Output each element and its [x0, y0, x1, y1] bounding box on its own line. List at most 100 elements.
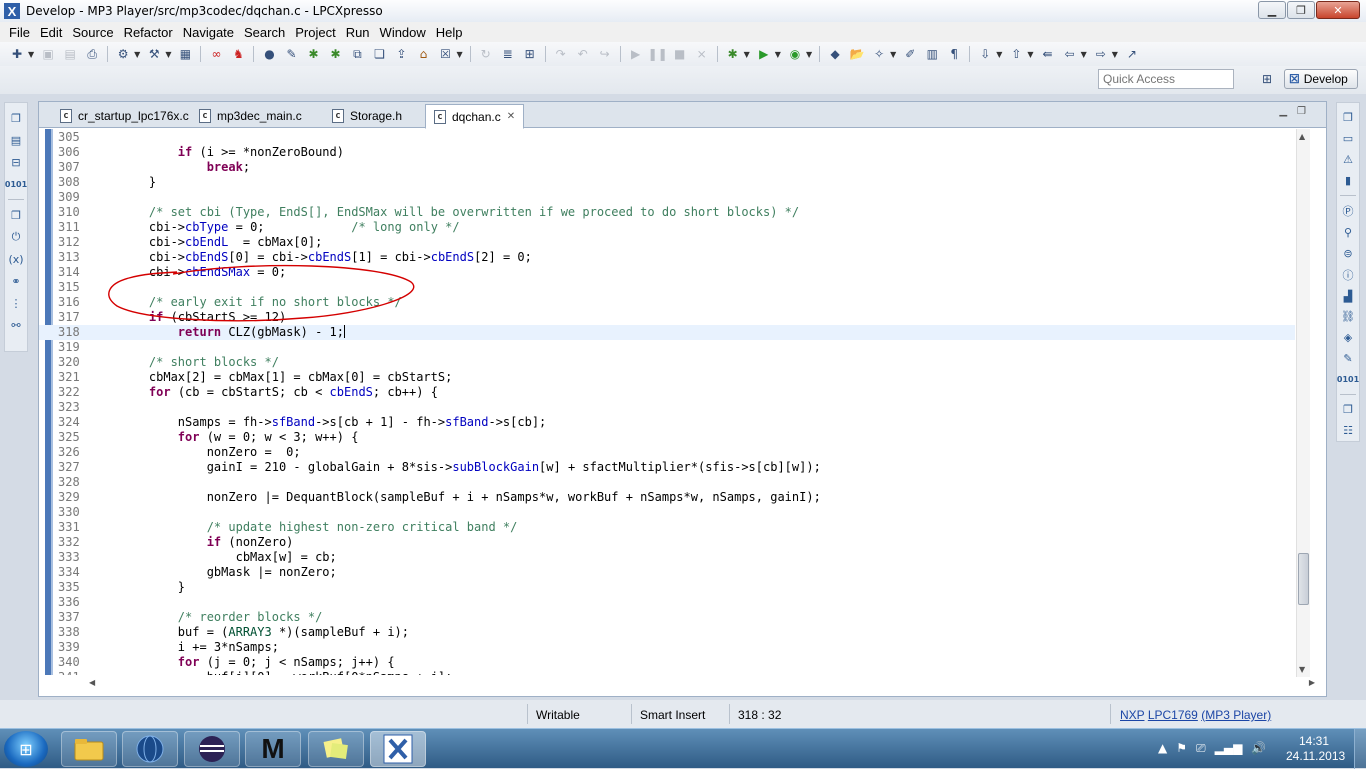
- restore-icon[interactable]: ❐: [8, 207, 24, 223]
- memory-icon[interactable]: ▮: [1340, 173, 1356, 188]
- perspective-develop-button[interactable]: ☒ Develop: [1284, 69, 1358, 89]
- code-line[interactable]: 319: [39, 340, 1295, 355]
- menu-help[interactable]: Help: [431, 25, 468, 40]
- tab-cr-startup[interactable]: c cr_startup_lpc176x.c: [51, 104, 198, 128]
- next-annotation-icon[interactable]: ⇩: [977, 46, 993, 62]
- open-perspective-icon[interactable]: ⊞: [1259, 71, 1275, 87]
- lpc-x-icon[interactable]: ☒: [437, 46, 453, 62]
- link-icon[interactable]: ∞: [208, 46, 224, 62]
- menu-project[interactable]: Project: [290, 25, 340, 40]
- modules-icon[interactable]: ◈: [1340, 330, 1356, 345]
- debug-icon[interactable]: ✱: [725, 46, 741, 62]
- properties-icon[interactable]: Ⓟ: [1340, 203, 1356, 219]
- code-line[interactable]: 332 if (nonZero): [39, 535, 1295, 550]
- disconnect-icon[interactable]: ⨯: [694, 46, 710, 62]
- next-annotation-dropdown-icon[interactable]: ▼: [996, 50, 1002, 59]
- code-line[interactable]: 309: [39, 190, 1295, 205]
- restore-icon[interactable]: ❐: [1340, 110, 1356, 125]
- breakpoints-icon[interactable]: ⚭: [8, 273, 24, 289]
- project-link[interactable]: (MP3 Player): [1201, 708, 1271, 722]
- tray-flag-icon[interactable]: ⚑: [1176, 741, 1187, 756]
- code-line[interactable]: 341 buf[j][0] = workBuf[0*nSamps + j];: [39, 670, 1295, 675]
- scroll-up-icon[interactable]: ▲: [1299, 132, 1305, 141]
- chip-icon[interactable]: ◆: [827, 46, 843, 62]
- close-button[interactable]: ✕: [1316, 1, 1360, 19]
- code-line[interactable]: 340 for (j = 0; j < nSamps; j++) {: [39, 655, 1295, 670]
- pin-editor-icon[interactable]: ↗: [1124, 46, 1140, 62]
- debug-config-icon[interactable]: ✱: [327, 46, 343, 62]
- code-line[interactable]: 327 gainI = 210 - globalGain + 8*sis->su…: [39, 460, 1295, 475]
- xml-icon[interactable]: ⧉: [349, 46, 365, 62]
- taskbar-browser[interactable]: [122, 731, 178, 767]
- console-icon[interactable]: ▭: [1340, 131, 1356, 146]
- code-line[interactable]: 324 nSamps = fh->sfBand->s[cb + 1] - fh-…: [39, 415, 1295, 430]
- code-line[interactable]: 329 nonZero |= DequantBlock(sampleBuf + …: [39, 490, 1295, 505]
- external-tools-icon[interactable]: ◉: [787, 46, 803, 62]
- code-line[interactable]: 310 /* set cbi (Type, EndS[], EndSMax wi…: [39, 205, 1295, 220]
- run-icon[interactable]: ▶: [756, 46, 772, 62]
- tray-usb-icon[interactable]: ⎚: [1196, 741, 1206, 756]
- prev-annotation-dropdown-icon[interactable]: ▼: [1027, 50, 1033, 59]
- resume-icon[interactable]: ▶: [628, 46, 644, 62]
- info-icon[interactable]: ⓘ: [1340, 267, 1356, 283]
- vertical-scroll-thumb[interactable]: [1298, 553, 1309, 605]
- build-hammer-icon[interactable]: ⚒: [146, 46, 162, 62]
- build-dropdown-icon[interactable]: ▼: [165, 50, 171, 59]
- back-icon[interactable]: ⇦: [1062, 46, 1078, 62]
- suspend-icon[interactable]: ❚❚: [648, 46, 668, 62]
- lpc-x-dropdown-icon[interactable]: ▼: [456, 50, 462, 59]
- code-line[interactable]: 321 cbMax[2] = cbMax[1] = cbMax[0] = cbS…: [39, 370, 1295, 385]
- taskbar-lpcxpresso[interactable]: [370, 731, 426, 767]
- debug-dropdown-icon[interactable]: ▼: [744, 50, 750, 59]
- code-line[interactable]: 323: [39, 400, 1295, 415]
- code-line[interactable]: 306 if (i >= *nonZeroBound): [39, 145, 1295, 160]
- outline-icon[interactable]: ⋮: [8, 295, 24, 311]
- block-icon[interactable]: ▥: [924, 46, 940, 62]
- minimize-editor-icon[interactable]: ▁: [1279, 106, 1297, 117]
- start-button[interactable]: ⊞: [4, 731, 48, 767]
- code-line[interactable]: 334 gbMask |= nonZero;: [39, 565, 1295, 580]
- prev-annotation-icon[interactable]: ⇧: [1008, 46, 1024, 62]
- show-desktop-button[interactable]: [1354, 729, 1366, 769]
- forward-dropdown-icon[interactable]: ▼: [1112, 50, 1118, 59]
- brush-icon[interactable]: ✎: [283, 46, 299, 62]
- restore-icon[interactable]: ❐: [8, 110, 24, 126]
- registers-icon[interactable]: ⛓: [1340, 310, 1356, 325]
- horizontal-scrollbar[interactable]: ◀ ▶: [87, 677, 1315, 691]
- taskbar-eclipse[interactable]: [184, 731, 240, 767]
- nxp-link[interactable]: NXP: [1120, 708, 1144, 722]
- code-line[interactable]: 337 /* reorder blocks */: [39, 610, 1295, 625]
- code-line[interactable]: 330: [39, 505, 1295, 520]
- tab-mp3dec-main[interactable]: c mp3dec_main.c: [190, 104, 311, 128]
- system-clock[interactable]: 14:31 24.11.2013: [1286, 734, 1345, 764]
- terminate-icon[interactable]: ■: [672, 46, 688, 62]
- menu-search[interactable]: Search: [239, 25, 290, 40]
- tab-close-icon[interactable]: ✕: [507, 111, 515, 122]
- refresh-icon[interactable]: ↻: [478, 46, 494, 62]
- minimize-button[interactable]: ▁: [1258, 1, 1286, 19]
- power-icon[interactable]: ⏻: [8, 229, 24, 245]
- scroll-right-icon[interactable]: ▶: [1309, 678, 1315, 687]
- vertical-scrollbar[interactable]: ▲ ▼: [1296, 129, 1310, 677]
- memory-binary-icon[interactable]: 0101: [1337, 372, 1359, 387]
- menu-source[interactable]: Source: [67, 25, 118, 40]
- code-line[interactable]: 328: [39, 475, 1295, 490]
- import-icon[interactable]: ⇪: [393, 46, 409, 62]
- variables-icon[interactable]: (x): [8, 251, 24, 267]
- binary-icon[interactable]: ▦: [177, 46, 193, 62]
- tray-network-icon[interactable]: ▂▄▆: [1215, 741, 1243, 756]
- save-icon[interactable]: ▣: [40, 46, 56, 62]
- code-line[interactable]: 307 break;: [39, 160, 1295, 175]
- project-explorer-icon[interactable]: ▤: [8, 132, 24, 148]
- code-line[interactable]: 318 return CLZ(gbMask) - 1;: [39, 325, 1295, 340]
- bug-icon[interactable]: ✱: [305, 46, 321, 62]
- save-all-icon[interactable]: ▤: [62, 46, 78, 62]
- wand-icon[interactable]: ✧: [871, 46, 887, 62]
- external-tools-dropdown-icon[interactable]: ▼: [806, 50, 812, 59]
- list-icon[interactable]: ≣: [500, 46, 516, 62]
- code-line[interactable]: 305: [39, 130, 1295, 145]
- menu-edit[interactable]: Edit: [35, 25, 67, 40]
- code-line[interactable]: 312 cbi->cbEndL = cbMax[0];: [39, 235, 1295, 250]
- menu-refactor[interactable]: Refactor: [119, 25, 178, 40]
- tray-volume-icon[interactable]: 🔊: [1251, 741, 1266, 756]
